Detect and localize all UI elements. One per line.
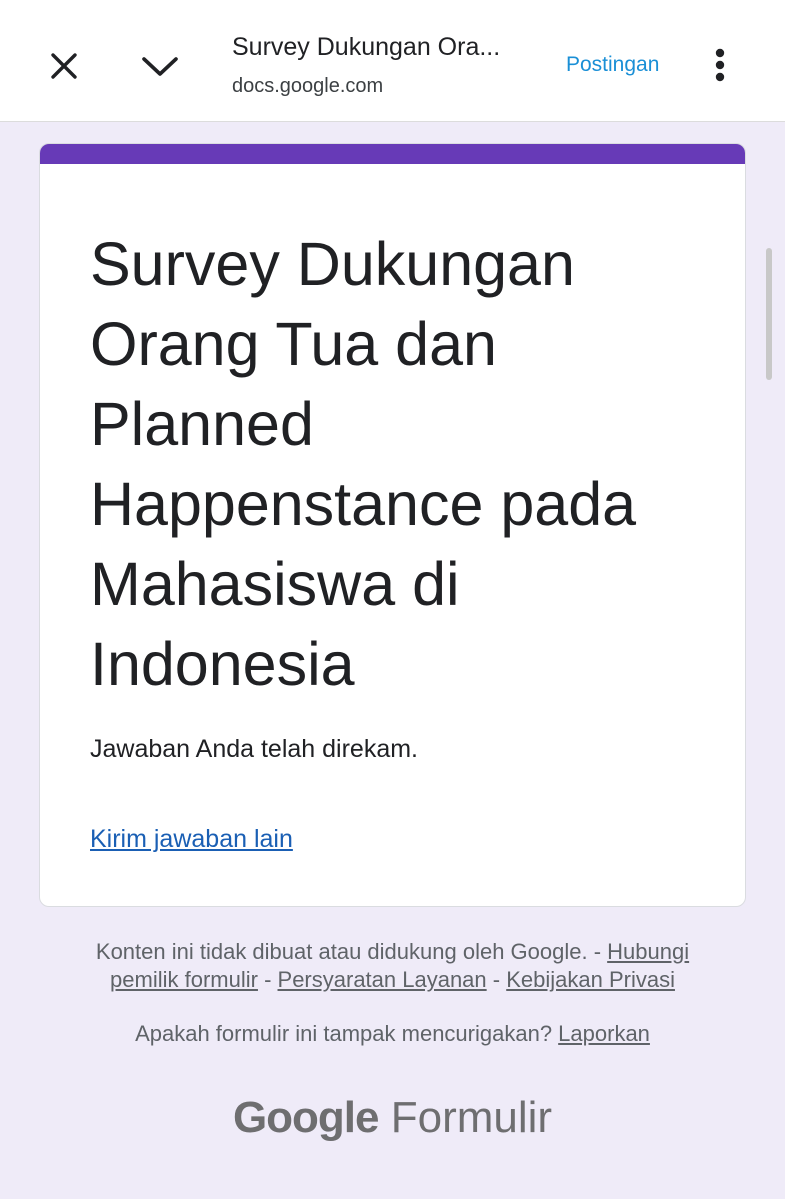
more-options-button[interactable] — [700, 40, 740, 90]
report-link[interactable]: Laporkan — [558, 1021, 650, 1046]
form-title: Survey Dukungan Orang Tua dan Planned Ha… — [90, 230, 637, 698]
close-button[interactable] — [36, 38, 92, 94]
page-title: Survey Dukungan Ora... — [232, 33, 501, 61]
privacy-link[interactable]: Kebijakan Privasi — [506, 967, 675, 992]
close-icon — [51, 53, 77, 79]
collapse-button[interactable] — [132, 38, 188, 94]
google-forms-logo[interactable]: Google Formulir — [0, 1088, 785, 1148]
card-accent-bar — [40, 144, 745, 164]
confirmation-message: Jawaban Anda telah direkam. — [90, 735, 418, 763]
form-card: Survey Dukungan Orang Tua dan Planned Ha… — [39, 143, 746, 907]
report-question: Apakah formulir ini tampak mencurigakan? — [135, 1021, 559, 1046]
disclaimer: Konten ini tidak dibuat atau didukung ol… — [60, 938, 725, 994]
separator: - — [257, 967, 278, 992]
page-info: Survey Dukungan Ora... docs.google.com — [232, 30, 500, 100]
more-vert-icon — [715, 48, 725, 82]
forms-wordmark: Formulir — [390, 1093, 553, 1142]
browser-toolbar: Survey Dukungan Ora... docs.google.com P… — [0, 0, 785, 122]
scrollbar[interactable] — [766, 248, 772, 380]
page-url: docs.google.com — [232, 75, 384, 97]
post-button[interactable]: Postingan — [566, 50, 659, 80]
submit-another-link[interactable]: Kirim jawaban lain — [90, 822, 293, 856]
google-wordmark: Google — [232, 1093, 380, 1142]
terms-link[interactable]: Persyaratan Layanan — [278, 967, 487, 992]
separator: - — [486, 967, 507, 992]
disclaimer-text: Konten ini tidak dibuat atau didukung ol… — [95, 939, 608, 964]
report-line: Apakah formulir ini tampak mencurigakan?… — [60, 1020, 725, 1048]
chevron-down-icon — [142, 57, 178, 76]
